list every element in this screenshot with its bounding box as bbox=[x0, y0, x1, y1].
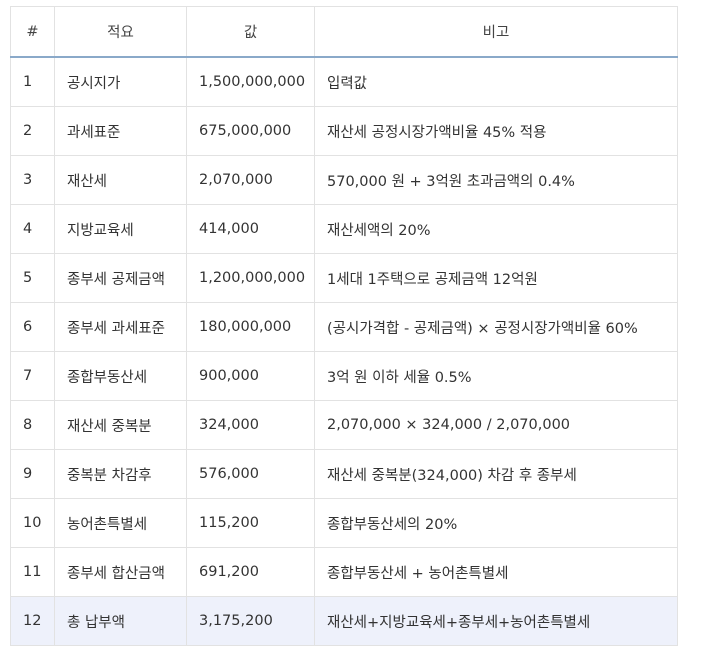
row-item: 공시지가 bbox=[54, 56, 187, 107]
row-item: 종합부동산세 bbox=[54, 351, 187, 401]
table-row: 10 농어촌특별세 115,200 종합부동산세의 20% bbox=[10, 498, 678, 548]
row-number: 2 bbox=[10, 106, 55, 156]
row-value: 2,070,000 bbox=[186, 155, 315, 205]
table-row: 12 총 납부액 3,175,200 재산세+지방교육세+종부세+농어촌특별세 bbox=[10, 596, 678, 646]
table-row: 11 종부세 합산금액 691,200 종합부동산세 + 농어촌특별세 bbox=[10, 547, 678, 597]
row-value: 576,000 bbox=[186, 449, 315, 499]
row-number: 7 bbox=[10, 351, 55, 401]
row-note: 재산세액의 20% bbox=[314, 204, 678, 254]
row-value: 180,000,000 bbox=[186, 302, 315, 352]
header-item: 적요 bbox=[54, 6, 187, 58]
row-note: 종합부동산세의 20% bbox=[314, 498, 678, 548]
row-item: 종부세 과세표준 bbox=[54, 302, 187, 352]
row-note: 종합부동산세 + 농어촌특별세 bbox=[314, 547, 678, 597]
row-item: 농어촌특별세 bbox=[54, 498, 187, 548]
row-number: 5 bbox=[10, 253, 55, 303]
row-note: 2,070,000 × 324,000 / 2,070,000 bbox=[314, 400, 678, 450]
row-note: 재산세 공정시장가액비율 45% 적용 bbox=[314, 106, 678, 156]
table-header-row: # 적요 값 비고 bbox=[10, 6, 678, 58]
row-item: 재산세 중복분 bbox=[54, 400, 187, 450]
table-row: 6 종부세 과세표준 180,000,000 (공시가격합 - 공제금액) × 공정시… bbox=[10, 302, 678, 352]
table-row: 4 지방교육세 414,000 재산세액의 20% bbox=[10, 204, 678, 254]
row-item: 총 납부액 bbox=[54, 596, 187, 646]
row-number: 9 bbox=[10, 449, 55, 499]
row-note: 1세대 1주택으로 공제금액 12억원 bbox=[314, 253, 678, 303]
tax-calculation-table: # 적요 값 비고 1 공시지가 1,500,000,000 입력값 2 과세표준 675,… bbox=[10, 6, 678, 646]
row-item: 지방교육세 bbox=[54, 204, 187, 254]
row-value: 324,000 bbox=[186, 400, 315, 450]
table-row: 8 재산세 중복분 324,000 2,070,000 × 324,000 / 2,0… bbox=[10, 400, 678, 450]
row-item: 과세표준 bbox=[54, 106, 187, 156]
row-number: 8 bbox=[10, 400, 55, 450]
row-value: 675,000,000 bbox=[186, 106, 315, 156]
row-value: 691,200 bbox=[186, 547, 315, 597]
header-value: 값 bbox=[186, 6, 315, 58]
row-number: 11 bbox=[10, 547, 55, 597]
row-value: 414,000 bbox=[186, 204, 315, 254]
row-note: 재산세+지방교육세+종부세+농어촌특별세 bbox=[314, 596, 678, 646]
row-value: 1,200,000,000 bbox=[186, 253, 315, 303]
row-item: 종부세 합산금액 bbox=[54, 547, 187, 597]
row-item: 중복분 차감후 bbox=[54, 449, 187, 499]
header-number: # bbox=[10, 6, 55, 58]
row-note: 재산세 중복분(324,000) 차감 후 종부세 bbox=[314, 449, 678, 499]
tax-table-container: # 적요 값 비고 1 공시지가 1,500,000,000 입력값 2 과세표준 675,… bbox=[10, 6, 678, 646]
table-body: 1 공시지가 1,500,000,000 입력값 2 과세표준 675,000,000 재산세… bbox=[10, 56, 678, 646]
table-row: 9 중복분 차감후 576,000 재산세 중복분(324,000) 차감 후 종부세 bbox=[10, 449, 678, 499]
table-row: 7 종합부동산세 900,000 3억 원 이하 세율 0.5% bbox=[10, 351, 678, 401]
table-row: 5 종부세 공제금액 1,200,000,000 1세대 1주택으로 공제금액 12억… bbox=[10, 253, 678, 303]
row-item: 종부세 공제금액 bbox=[54, 253, 187, 303]
row-number: 3 bbox=[10, 155, 55, 205]
row-number: 12 bbox=[10, 596, 55, 646]
row-number: 4 bbox=[10, 204, 55, 254]
row-number: 1 bbox=[10, 56, 55, 107]
table-row: 1 공시지가 1,500,000,000 입력값 bbox=[10, 56, 678, 107]
table-row: 2 과세표준 675,000,000 재산세 공정시장가액비율 45% 적용 bbox=[10, 106, 678, 156]
row-note: (공시가격합 - 공제금액) × 공정시장가액비율 60% bbox=[314, 302, 678, 352]
row-value: 115,200 bbox=[186, 498, 315, 548]
row-note: 3억 원 이하 세율 0.5% bbox=[314, 351, 678, 401]
row-number: 6 bbox=[10, 302, 55, 352]
row-item: 재산세 bbox=[54, 155, 187, 205]
row-value: 1,500,000,000 bbox=[186, 56, 315, 107]
header-note: 비고 bbox=[314, 6, 678, 58]
row-value: 3,175,200 bbox=[186, 596, 315, 646]
row-note: 입력값 bbox=[314, 56, 678, 107]
table-row: 3 재산세 2,070,000 570,000 원 + 3억원 초과금액의 0.4% bbox=[10, 155, 678, 205]
row-note: 570,000 원 + 3억원 초과금액의 0.4% bbox=[314, 155, 678, 205]
row-number: 10 bbox=[10, 498, 55, 548]
row-value: 900,000 bbox=[186, 351, 315, 401]
